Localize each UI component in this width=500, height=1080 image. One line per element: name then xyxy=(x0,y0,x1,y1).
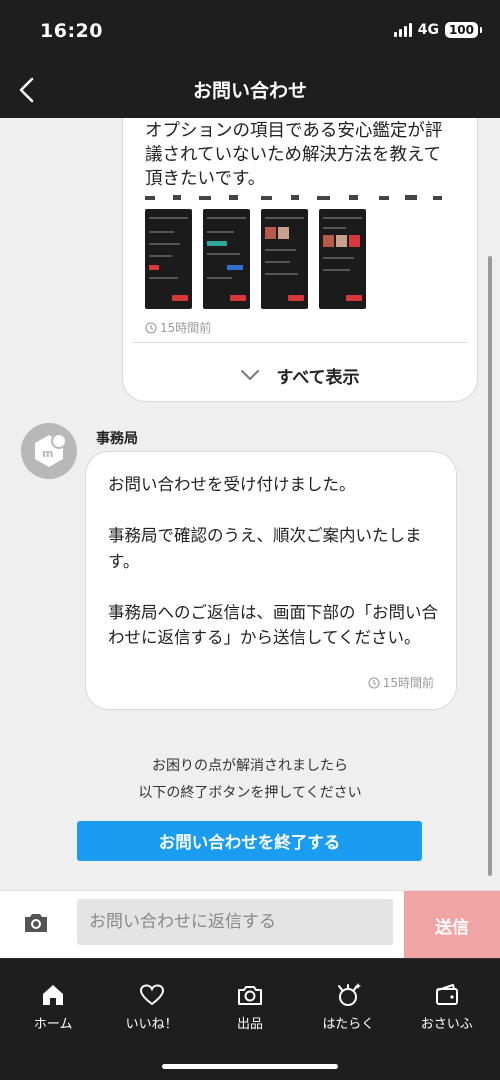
camera-icon xyxy=(237,986,262,1005)
resolve-note-line: 以下の終了ボタンを押してください xyxy=(138,785,362,801)
send-button[interactable]: 送信 xyxy=(404,891,500,959)
heart-icon xyxy=(139,984,164,1006)
clipped-text-fragment xyxy=(145,195,442,200)
scrollbar[interactable] xyxy=(488,256,492,876)
admin-message-paragraph: お問い合わせを受け付けました。 xyxy=(108,475,356,494)
home-indicator xyxy=(162,1064,338,1069)
attachment-thumbnail[interactable] xyxy=(261,209,308,309)
page-title: お問い合わせ xyxy=(192,80,307,102)
home-icon xyxy=(43,985,64,1005)
tab-label: ホーム xyxy=(33,1017,73,1032)
status-indicators: 4G 100 xyxy=(393,22,483,38)
wallet-icon xyxy=(435,984,458,1005)
avatar: m xyxy=(21,423,77,479)
attach-photo-button[interactable] xyxy=(20,907,52,939)
battery-icon: 100 xyxy=(444,22,483,38)
resolve-note: お困りの点が解消されましたら 以下の終了ボタンを押してください xyxy=(0,753,500,807)
chevron-down-icon xyxy=(241,370,260,380)
resolve-note-line: お困りの点が解消されましたら xyxy=(152,758,348,774)
admin-message-paragraph: 事務局へのご返信は、画面下部の「お問い合わせに返信する」から送信してください。 xyxy=(108,602,438,648)
user-message-line: 議されていないため解決方法を教えて xyxy=(145,145,442,165)
admin-message-bubble: お問い合わせを受け付けました。 事務局で確認のうえ、順次ご案内いたします。 事務… xyxy=(85,451,457,710)
sender-name: 事務局 xyxy=(96,431,138,447)
mercari-office-icon: m xyxy=(35,433,67,467)
svg-text:m: m xyxy=(42,447,53,460)
chat-area[interactable]: オプションの項目である安心鑑定が評 議されていないため解決方法を教えて 頂きたい… xyxy=(0,118,500,890)
camera-icon xyxy=(25,914,47,932)
clock-icon xyxy=(368,676,380,689)
show-all-button[interactable]: すべて表示 xyxy=(123,357,477,393)
user-message-bubble: オプションの項目である安心鑑定が評 議されていないため解決方法を教えて 頂きたい… xyxy=(122,118,478,402)
admin-message-timestamp: 15時間前 xyxy=(368,674,434,691)
user-message-line: オプションの項目である安心鑑定が評 xyxy=(145,121,443,141)
tab-home[interactable]: ホーム xyxy=(5,981,101,1032)
tab-label: いいね！ xyxy=(125,1017,178,1032)
user-message-line: 頂きたいです。 xyxy=(145,169,266,189)
network-label: 4G xyxy=(417,22,439,38)
clock-icon xyxy=(145,321,157,334)
attachment-thumbnail[interactable] xyxy=(319,209,366,309)
tab-label: はたらく xyxy=(322,1017,375,1032)
tab-label: 出品 xyxy=(236,1017,263,1032)
reply-input[interactable] xyxy=(77,899,393,945)
user-message-time: 15時間前 xyxy=(160,321,212,335)
signal-icon xyxy=(393,23,412,37)
tab-work[interactable]: はたらく xyxy=(300,981,396,1032)
user-message-timestamp: 15時間前 xyxy=(145,319,211,336)
attachment-thumbnails xyxy=(145,209,366,309)
status-time: 16:20 xyxy=(40,20,103,42)
tab-wallet[interactable]: おさいふ xyxy=(399,981,495,1032)
bubble-divider xyxy=(133,342,467,343)
work-icon xyxy=(338,983,362,1006)
show-all-label: すべて表示 xyxy=(276,367,360,388)
user-message-text: オプションの項目である安心鑑定が評 議されていないため解決方法を教えて 頂きたい… xyxy=(145,119,463,193)
attachment-thumbnail[interactable] xyxy=(145,209,192,309)
admin-message-paragraph: 事務局で確認のうえ、順次ご案内いたします。 xyxy=(108,526,422,571)
nav-bar: お問い合わせ xyxy=(0,62,500,118)
admin-message-text: お問い合わせを受け付けました。 事務局で確認のうえ、順次ご案内いたします。 事務… xyxy=(108,472,438,651)
tab-likes[interactable]: いいね！ xyxy=(104,981,200,1032)
attachment-thumbnail[interactable] xyxy=(203,209,250,309)
tab-bar: ホーム いいね！ 出品 はたらく おさいふ xyxy=(0,958,500,1080)
reply-composer: 送信 xyxy=(0,890,500,959)
status-bar: 16:20 4G 100 xyxy=(0,0,500,62)
end-inquiry-button[interactable]: お問い合わせを終了する xyxy=(77,821,422,861)
admin-message-time: 15時間前 xyxy=(382,676,434,690)
tab-label: おさいふ xyxy=(420,1017,473,1032)
tab-sell[interactable]: 出品 xyxy=(202,981,298,1032)
